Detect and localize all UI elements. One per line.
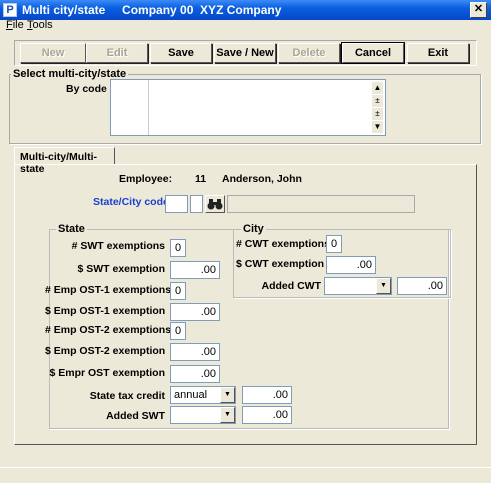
menu-file[interactable]: File — [6, 19, 24, 31]
state-tax-credit-select[interactable]: annual ▼ — [170, 386, 236, 404]
emp-ost1-exemption-label: $ Emp OST-1 exemption — [45, 305, 166, 317]
state-tax-credit-label: State tax credit — [89, 390, 165, 402]
emp-ost1-exemption-input[interactable]: .00 — [170, 303, 220, 321]
cwt-exemptions-label: # CWT exemptions — [236, 238, 330, 250]
chevron-down-icon[interactable]: ▼ — [376, 278, 391, 294]
city-code-input[interactable] — [190, 195, 203, 213]
emp-ost1-exemptions-input[interactable]: 0 — [170, 282, 186, 300]
window-title: Multi city/state Company 00 XYZ Company — [22, 3, 282, 17]
by-code-list[interactable] — [110, 79, 386, 136]
state-group-title: State — [56, 223, 87, 235]
title-bar: P Multi city/state Company 00 XYZ Compan… — [0, 0, 491, 20]
state-city-description — [227, 195, 415, 213]
scroll-prev-icon[interactable]: ± — [372, 95, 383, 107]
cwt-exemptions-input[interactable]: 0 — [326, 235, 342, 253]
swt-exemption-input[interactable]: .00 — [170, 261, 220, 279]
emp-ost2-exemptions-input[interactable]: 0 — [170, 322, 186, 340]
status-bar — [0, 467, 491, 483]
new-button[interactable]: New — [20, 43, 86, 63]
swt-exemptions-input[interactable]: 0 — [170, 239, 186, 257]
scroll-up-icon[interactable]: ▲ — [372, 82, 383, 94]
menu-bar: File Tools — [0, 18, 491, 33]
employee-label: Employee: — [119, 173, 173, 185]
scroll-down-icon[interactable]: ▼ — [372, 121, 383, 133]
exit-button[interactable]: Exit — [407, 43, 469, 63]
scroll-next-icon[interactable]: ± — [372, 108, 383, 120]
emp-ost1-exemptions-label: # Emp OST-1 exemptions — [45, 284, 172, 296]
save-button[interactable]: Save — [150, 43, 212, 63]
list-divider — [148, 80, 149, 135]
added-cwt-select[interactable]: ▼ — [324, 277, 392, 295]
employee-number: 11 — [195, 173, 207, 185]
empr-ost-exemption-input[interactable]: .00 — [170, 365, 220, 383]
state-tax-credit-select-value: annual — [174, 389, 208, 401]
menu-tools[interactable]: Tools — [27, 19, 53, 31]
swt-exemption-label: $ SWT exemption — [77, 263, 165, 275]
app-icon: P — [3, 3, 17, 17]
delete-button[interactable]: Delete — [278, 43, 340, 63]
emp-ost2-exemption-label: $ Emp OST-2 exemption — [45, 345, 166, 357]
by-code-label: By code — [66, 83, 107, 95]
swt-exemptions-label: # SWT exemptions — [71, 240, 165, 252]
chevron-down-icon[interactable]: ▼ — [220, 387, 235, 403]
added-swt-select[interactable]: ▼ — [170, 406, 236, 424]
emp-ost2-exemption-input[interactable]: .00 — [170, 343, 220, 361]
empr-ost-exemption-label: $ Empr OST exemption — [49, 367, 165, 379]
employee-name: Anderson, John — [222, 173, 302, 185]
state-code-input[interactable] — [165, 195, 188, 213]
cwt-exemption-input[interactable]: .00 — [326, 256, 376, 274]
cwt-exemption-label: $ CWT exemption — [236, 258, 325, 270]
tab-multi-city-multi-state[interactable]: Multi-city/Multi-state — [14, 147, 115, 175]
added-cwt-label: Added CWT — [261, 280, 322, 292]
chevron-down-icon[interactable]: ▼ — [220, 407, 235, 423]
state-tax-credit-input[interactable]: .00 — [242, 386, 292, 404]
added-swt-input[interactable]: .00 — [242, 406, 292, 424]
edit-button[interactable]: Edit — [86, 43, 148, 63]
added-cwt-input[interactable]: .00 — [397, 277, 447, 295]
cancel-button[interactable]: Cancel — [341, 42, 405, 64]
added-swt-label: Added SWT — [106, 410, 165, 422]
save-new-button[interactable]: Save / New — [214, 43, 276, 63]
city-group-title: City — [241, 223, 266, 235]
binoculars-icon[interactable] — [205, 195, 225, 213]
emp-ost2-exemptions-label: # Emp OST-2 exemptions — [45, 324, 172, 336]
close-button[interactable]: ✕ — [470, 2, 487, 18]
state-city-code-label: State/City code — [93, 196, 169, 208]
